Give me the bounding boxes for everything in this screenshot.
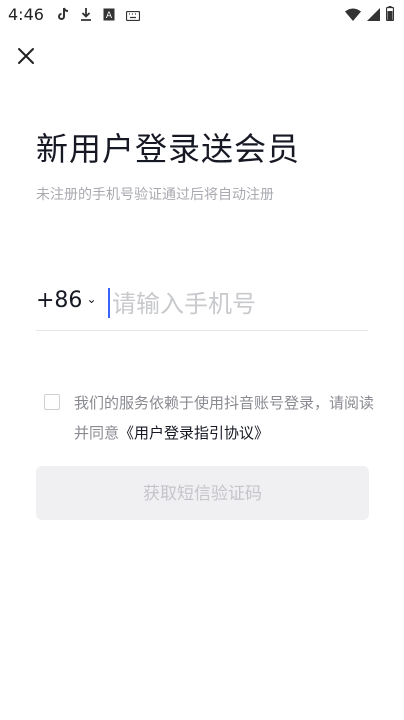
agreement-link[interactable]: 《用户登录指引协议》 bbox=[119, 424, 269, 442]
country-code-label: +86 bbox=[36, 288, 83, 313]
status-left-icons: A bbox=[58, 6, 141, 25]
tiktok-icon bbox=[58, 6, 69, 25]
battery-icon bbox=[385, 6, 395, 25]
page-subtitle: 未注册的手机号验证通过后将自动注册 bbox=[36, 187, 274, 203]
status-time: 4:46 bbox=[8, 5, 44, 24]
close-button[interactable] bbox=[14, 44, 38, 68]
status-bar: 4:46 A bbox=[0, 0, 404, 30]
phone-number-input[interactable] bbox=[110, 284, 364, 324]
close-icon bbox=[18, 48, 34, 64]
chevron-down-icon: ⌄ bbox=[86, 291, 97, 306]
wifi-icon bbox=[345, 6, 361, 25]
svg-text:A: A bbox=[106, 11, 113, 21]
page-title: 新用户登录送会员 bbox=[36, 130, 301, 168]
agreement-checkbox[interactable] bbox=[44, 394, 60, 410]
agreement-text: 我们的服务依赖于使用抖音账号登录，请阅读并同意《用户登录指引协议》 bbox=[74, 388, 374, 448]
status-right-icons bbox=[345, 6, 395, 25]
notification-a-icon: A bbox=[103, 6, 115, 25]
download-icon bbox=[80, 6, 92, 25]
country-code-selector[interactable]: +86 ⌄ bbox=[36, 288, 97, 313]
signal-icon bbox=[367, 6, 380, 25]
get-sms-code-button[interactable]: 获取短信验证码 bbox=[36, 466, 369, 520]
keyboard-icon bbox=[125, 6, 141, 25]
phone-input-row: +86 ⌄ bbox=[36, 280, 368, 331]
